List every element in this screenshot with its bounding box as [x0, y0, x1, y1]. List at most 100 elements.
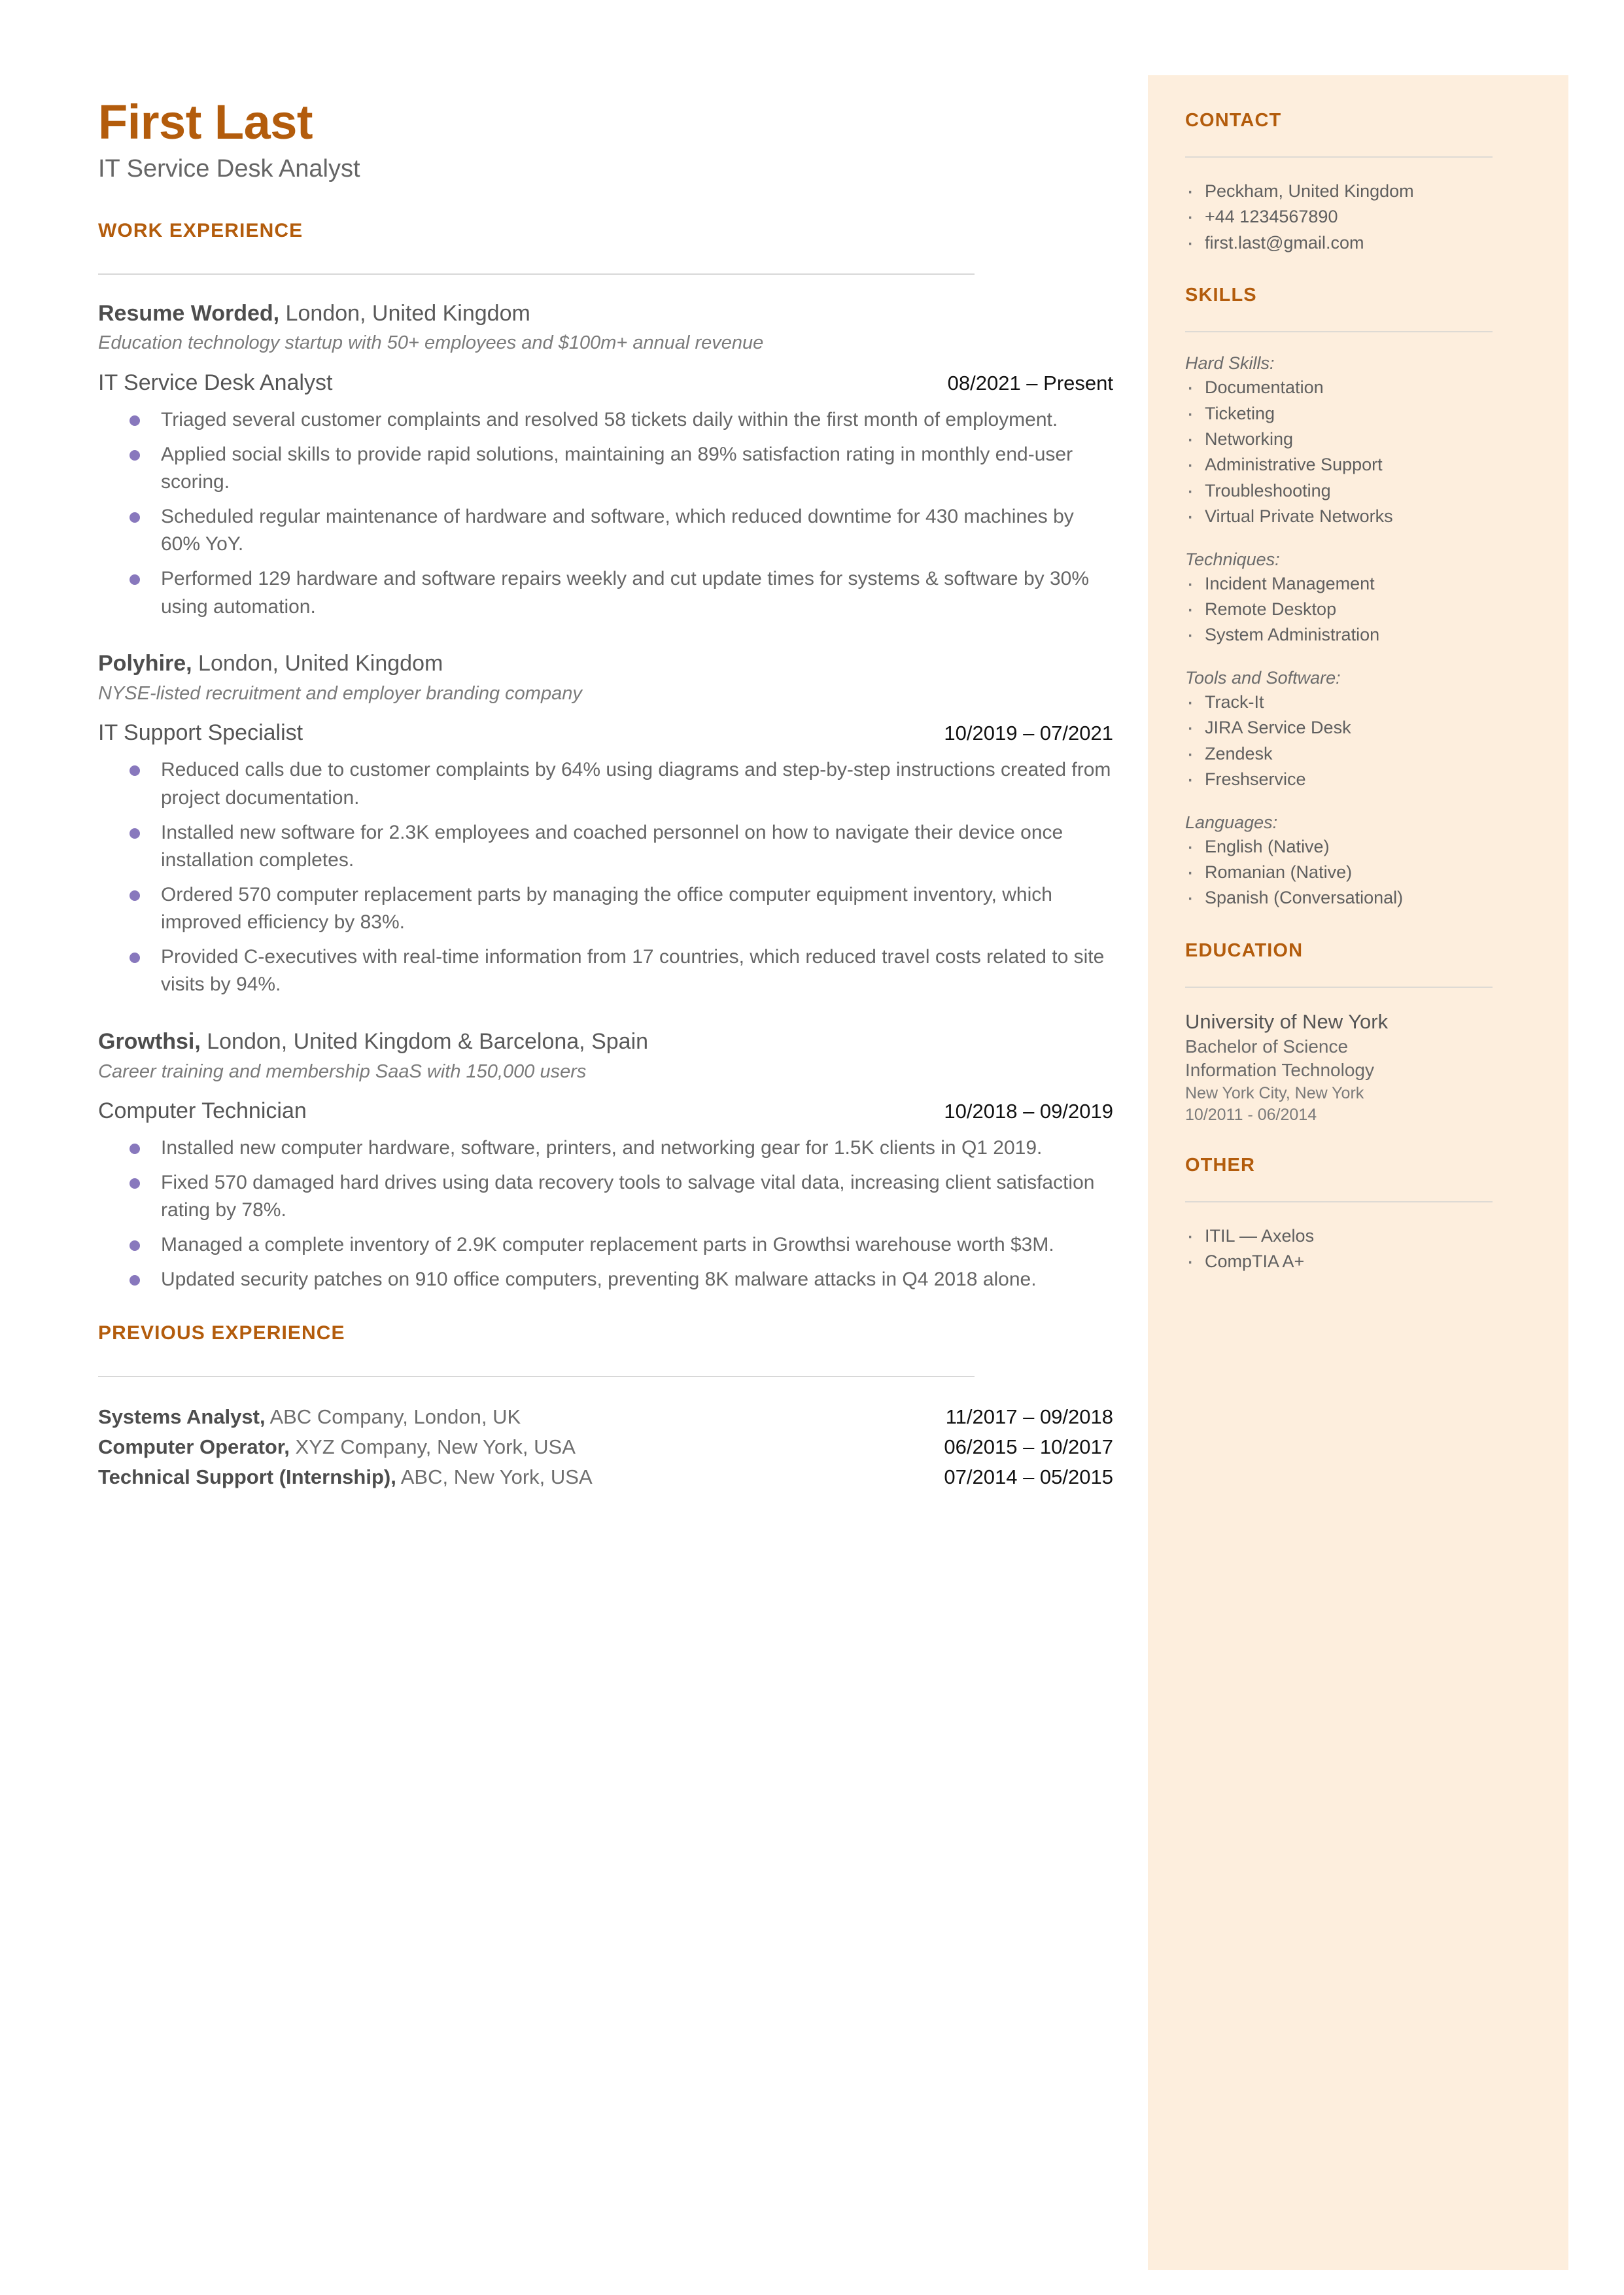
other-section: OTHER ITIL — AxelosCompTIA A+ — [1185, 1154, 1532, 1278]
job-role-title: IT Support Specialist — [98, 720, 303, 746]
job-bullet-list: Reduced calls due to customer complaints… — [98, 756, 1118, 999]
job-role-title: IT Service Desk Analyst — [98, 370, 333, 395]
section-heading-previous-experience: PREVIOUS EXPERIENCE — [98, 1322, 345, 1344]
divider — [1185, 156, 1493, 158]
job-bullet-item: Managed a complete inventory of 2.9K com… — [98, 1231, 1118, 1259]
skill-item: Virtual Private Networks — [1185, 501, 1532, 532]
work-experience-list: Resume Worded, London, United Kingdom Edu… — [98, 300, 1118, 1293]
skill-list: English (Native)Romanian (Native)Spanish… — [1185, 831, 1532, 913]
skill-item: English (Native) — [1185, 831, 1532, 862]
skill-group: Tools and Software:Track-ItJIRA Service … — [1185, 667, 1532, 796]
contact-item: +44 1234567890 — [1185, 201, 1532, 232]
previous-company-detail: ABC, New York, USA — [396, 1465, 593, 1488]
job-location: London, United Kingdom — [192, 651, 443, 676]
skill-item: Incident Management — [1185, 569, 1532, 599]
previous-experience-row: Technical Support (Internship), ABC, New… — [98, 1462, 1118, 1492]
previous-experience-title: Technical Support (Internship), ABC, New… — [98, 1462, 593, 1492]
other-list: ITIL — AxelosCompTIA A+ — [1185, 1221, 1532, 1278]
job-bullet-item: Reduced calls due to customer complaints… — [98, 756, 1118, 812]
previous-role-name: Computer Operator, — [98, 1435, 290, 1459]
work-experience-entry: Resume Worded, London, United Kingdom Edu… — [98, 300, 1118, 621]
section-heading-skills: SKILLS — [1185, 285, 1257, 306]
job-company-description: NYSE-listed recruitment and employer bra… — [98, 682, 582, 704]
skill-group: Languages:English (Native)Romanian (Nati… — [1185, 812, 1532, 914]
previous-date-range: 11/2017 – 09/2018 — [945, 1405, 1113, 1429]
job-company-name: Growthsi, — [98, 1029, 201, 1055]
skill-item: Spanish (Conversational) — [1185, 883, 1532, 913]
work-experience-entry: Polyhire, London, United Kingdom NYSE-lis… — [98, 650, 1118, 999]
previous-role-name: Systems Analyst, — [98, 1405, 266, 1429]
skill-list: DocumentationTicketingNetworkingAdminist… — [1185, 372, 1532, 532]
job-date-range: 08/2021 – Present — [947, 371, 1113, 394]
previous-experience-row: Systems Analyst, ABC Company, London, UK… — [98, 1402, 1118, 1432]
work-experience-entry: Growthsi, London, United Kingdom & Barce… — [98, 1028, 1118, 1293]
skills-section: SKILLS Hard Skills:DocumentationTicketin… — [1185, 285, 1532, 914]
job-date-range: 10/2018 – 09/2019 — [944, 1100, 1113, 1123]
job-bullet-item: Ordered 570 computer replacement parts b… — [98, 881, 1118, 937]
education-field: Information Technology — [1185, 1060, 1374, 1081]
skill-item: Track-It — [1185, 687, 1532, 718]
skill-item: Romanian (Native) — [1185, 857, 1532, 888]
education-degree: Bachelor of Science — [1185, 1036, 1349, 1057]
skill-group-label: Techniques: — [1185, 549, 1280, 569]
education-location: New York City, New York — [1185, 1083, 1364, 1102]
job-company-name: Polyhire, — [98, 651, 192, 676]
job-role-row: IT Service Desk Analyst 08/2021 – Present — [98, 370, 1118, 396]
skill-item: Documentation — [1185, 372, 1532, 403]
divider — [1185, 1200, 1493, 1202]
previous-experience-list: Systems Analyst, ABC Company, London, UK… — [98, 1402, 1118, 1492]
job-bullet-item: Triaged several customer complaints and … — [98, 406, 1118, 434]
previous-company-detail: XYZ Company, New York, USA — [289, 1435, 576, 1459]
job-bullet-item: Provided C-executives with real-time inf… — [98, 943, 1118, 999]
job-location: London, United Kingdom & Barcelona, Spai… — [200, 1029, 649, 1055]
previous-experience-row: Computer Operator, XYZ Company, New York… — [98, 1432, 1118, 1462]
education-section: EDUCATION University of New York Bachelo… — [1185, 940, 1532, 1126]
section-heading-work-experience: WORK EXPERIENCE — [98, 219, 303, 241]
other-item: ITIL — Axelos — [1185, 1221, 1532, 1252]
skill-item: JIRA Service Desk — [1185, 712, 1532, 743]
skills-groups: Hard Skills:DocumentationTicketingNetwor… — [1185, 353, 1532, 914]
resume-page: First Last IT Service Desk Analyst WORK … — [0, 0, 1624, 2295]
headline-job-title: IT Service Desk Analyst — [98, 155, 360, 183]
skill-list: Incident ManagementRemote DesktopSystem … — [1185, 569, 1532, 651]
education-dates: 10/2011 - 06/2014 — [1185, 1105, 1317, 1124]
previous-experience-title: Systems Analyst, ABC Company, London, UK — [98, 1402, 521, 1432]
skill-item: Administrative Support — [1185, 449, 1532, 480]
job-role-row: IT Support Specialist 10/2019 – 07/2021 — [98, 720, 1118, 746]
education-school: University of New York — [1185, 1009, 1389, 1033]
skill-item: Ticketing — [1185, 398, 1532, 429]
divider — [1185, 331, 1493, 333]
page-title: First Last — [98, 95, 313, 149]
job-role-title: Computer Technician — [98, 1098, 307, 1124]
skill-group-label: Languages: — [1185, 812, 1278, 832]
job-company-line: Polyhire, London, United Kingdom — [98, 650, 1118, 678]
contact-list: Peckham, United Kingdom+44 1234567890fir… — [1185, 176, 1532, 258]
sidebar-column: CONTACT Peckham, United Kingdom+44 12345… — [1185, 110, 1532, 1304]
job-bullet-item: Scheduled regular maintenance of hardwar… — [98, 503, 1118, 559]
skill-group-label: Tools and Software: — [1185, 667, 1341, 688]
job-company-line: Resume Worded, London, United Kingdom — [98, 300, 1118, 328]
section-heading-other: OTHER — [1185, 1154, 1255, 1176]
job-bullet-item: Applied social skills to provide rapid s… — [98, 441, 1118, 497]
previous-company-detail: ABC Company, London, UK — [265, 1405, 521, 1429]
divider — [98, 273, 975, 275]
divider — [98, 1376, 975, 1378]
skill-item: Zendesk — [1185, 739, 1532, 769]
previous-date-range: 07/2014 – 05/2015 — [944, 1465, 1113, 1488]
job-location: London, United Kingdom — [279, 300, 530, 326]
skill-item: Networking — [1185, 424, 1532, 455]
skill-list: Track-ItJIRA Service DeskZendeskFreshser… — [1185, 687, 1532, 796]
contact-item: Peckham, United Kingdom — [1185, 176, 1532, 207]
job-role-row: Computer Technician 10/2018 – 09/2019 — [98, 1098, 1118, 1124]
skill-group: Techniques:Incident ManagementRemote Des… — [1185, 549, 1532, 651]
job-bullet-item: Fixed 570 damaged hard drives using data… — [98, 1169, 1118, 1225]
skill-item: Freshservice — [1185, 764, 1532, 795]
section-heading-contact: CONTACT — [1185, 110, 1282, 131]
section-heading-education: EDUCATION — [1185, 939, 1304, 961]
job-bullet-item: Installed new software for 2.3K employee… — [98, 819, 1118, 875]
job-bullet-list: Installed new computer hardware, softwar… — [98, 1134, 1118, 1293]
contact-item: first.last@gmail.com — [1185, 228, 1532, 258]
job-bullet-list: Triaged several customer complaints and … — [98, 406, 1118, 621]
job-bullet-item: Performed 129 hardware and software repa… — [98, 565, 1118, 621]
job-bullet-item: Installed new computer hardware, softwar… — [98, 1134, 1118, 1163]
